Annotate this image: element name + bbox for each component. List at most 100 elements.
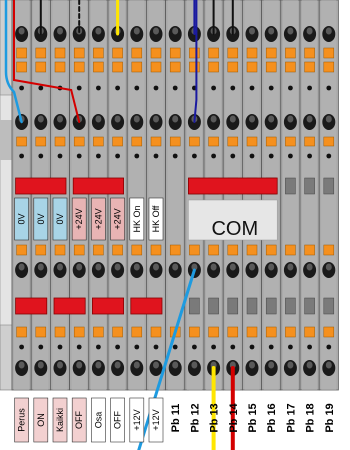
screw-highlight [287,27,294,35]
terminal-marker-label: HK On [132,205,142,232]
orange-test-point [208,136,219,147]
dot-icon [211,85,217,91]
dot-icon [326,344,332,350]
dot-icon [134,344,140,350]
marker-bar [208,297,219,315]
dot-icon [38,153,44,159]
left-rail-clip [0,120,12,160]
orange-test-point [169,244,181,256]
screw-highlight [133,263,140,271]
screw-highlight [325,115,332,123]
marker-bar [189,297,200,315]
pb-label: Pb 12 [189,403,201,432]
screw-highlight [306,27,313,35]
orange-test-point [112,47,123,59]
red-bridge-bar [15,297,48,315]
bottom-marker-label: Osa [93,412,103,429]
bottom-labels: Perus ON Kaikki OFF Osa OFF +12V +12V [14,397,164,443]
dot-icon [307,344,312,350]
terminal-marker-label: +24V [74,208,84,229]
screw-highlight [114,361,121,369]
orange-test-point [265,244,277,256]
orange-test-point [246,244,258,256]
dot-icon [192,344,197,350]
terminal-marker-label: 0V [17,213,27,224]
bottom-marker: Kaikki [52,397,68,443]
dot-icon [19,153,24,159]
screw-highlight [249,263,255,271]
orange-test-point [131,47,143,59]
pb-label: Pb 11 [170,404,182,433]
screw-highlight [287,115,294,123]
screw-highlight [325,263,332,271]
screw-highlight [114,115,121,123]
dot-icon [211,344,217,350]
dot-icon [76,344,82,350]
orange-test-point [131,244,143,256]
bottom-marker-label: OFF [74,411,84,429]
marker-bar [285,297,296,315]
screw-highlight [268,263,275,271]
orange-test-point [112,61,123,73]
dot-icon [57,153,63,159]
orange-test-point [73,136,85,147]
orange-test-point [54,326,66,338]
terminal-marker-label: +24V [113,208,123,229]
screw-highlight [37,361,44,369]
orange-test-point [112,136,123,147]
orange-test-point [16,244,27,256]
screw-highlight [287,263,294,271]
terminal-marker-label: 0V [36,213,46,224]
orange-test-point [131,326,143,338]
terminal-marker: 0V [33,197,49,241]
screw-highlight [76,361,83,369]
orange-test-point [246,326,258,338]
screw-highlight [249,115,255,123]
screw-highlight [133,115,140,123]
dot-icon [38,344,44,350]
bottom-marker: +12V [148,397,164,443]
terminal-marker: 0V [14,197,29,241]
dot-icon [19,85,24,91]
dot-icon [76,153,82,159]
dot-icon [134,153,140,159]
orange-test-point [150,326,162,338]
screw-highlight [57,27,63,35]
orange-test-point [285,61,296,73]
marker-bar [304,297,315,315]
orange-test-point [189,136,200,147]
red-bridge-bar [53,297,86,315]
screw-highlight [95,361,102,369]
terminal-marker-label: HK Off [151,205,161,232]
orange-test-point [35,244,47,256]
orange-test-point [54,244,66,256]
terminal-block [261,0,282,391]
screw-highlight [229,115,236,123]
red-bridge-bar [130,297,163,315]
orange-test-point [54,61,66,73]
screw-highlight [57,263,63,271]
dot-icon [230,153,236,159]
orange-test-point [16,136,27,147]
orange-test-point [208,326,219,338]
screw-highlight [306,263,313,271]
orange-test-point [265,136,277,147]
terminal-block [126,0,147,391]
marker-bar [246,297,258,315]
orange-test-point [323,47,335,59]
bottom-marker-label: Perus [17,408,27,432]
dot-icon [230,85,236,91]
bottom-marker-label: Kaikki [55,408,65,432]
screw-highlight [153,263,159,271]
dot-icon [211,153,217,159]
terminal-block [184,0,205,391]
screw-highlight [268,27,275,35]
orange-test-point [189,326,200,338]
orange-test-point [112,244,123,256]
dot-icon [172,153,178,159]
dot-icon [249,153,255,159]
screw-highlight [133,361,140,369]
orange-test-point [285,326,296,338]
screw-highlight [37,115,44,123]
dot-icon [230,344,236,350]
